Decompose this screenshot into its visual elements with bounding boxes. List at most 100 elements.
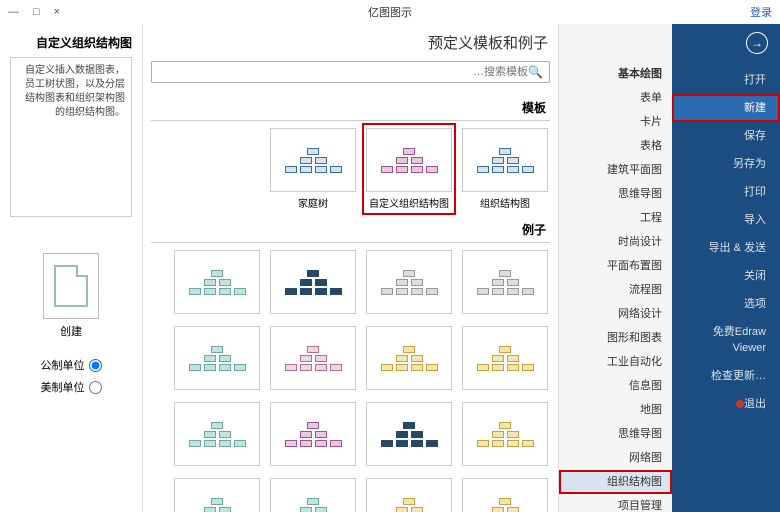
category-item[interactable]: 组织结构图 [559, 470, 672, 494]
file-menu-item[interactable]: 选项 [672, 290, 780, 318]
category-item[interactable]: 建筑平面图 [559, 158, 672, 182]
template-thumb[interactable] [460, 399, 550, 469]
document-icon [54, 265, 88, 307]
thumb-caption: 组织结构图 [480, 195, 530, 210]
gallery-scroll[interactable]: 模板家庭树自定义组织结构图组织结构图例子 [143, 87, 558, 512]
thumb-preview [270, 326, 356, 390]
category-item[interactable]: 地图 [559, 398, 672, 422]
unit-radio-group: 公制单位美制单位 [41, 357, 102, 395]
template-thumb[interactable] [364, 247, 454, 317]
thumb-preview [270, 402, 356, 466]
template-thumb[interactable]: 组织结构图 [460, 125, 550, 213]
category-item[interactable]: 图形和图表 [559, 326, 672, 350]
app-title: 亿图图示 [368, 4, 412, 20]
template-thumb[interactable]: 自定义组织结构图 [364, 125, 454, 213]
thumb-row: 家庭树 自定义组织结构图 组织结构图 [151, 125, 550, 213]
category-item[interactable]: 网络设计 [559, 302, 672, 326]
file-menu-item[interactable]: 打开 [672, 66, 780, 94]
template-thumb[interactable] [172, 323, 262, 393]
category-item[interactable]: 表格 [559, 134, 672, 158]
file-menu-item[interactable]: 另存为 [672, 150, 780, 178]
template-thumb[interactable] [364, 323, 454, 393]
category-item[interactable]: 卡片 [559, 110, 672, 134]
template-thumb[interactable] [172, 475, 262, 512]
template-thumb[interactable] [172, 247, 262, 317]
maximize-button[interactable]: □ [33, 6, 40, 18]
category-list: 基本绘图表单卡片表格建筑平面图思维导图工程时尚设计平面布置图流程图网络设计图形和… [558, 24, 672, 512]
category-item[interactable]: 网络图 [559, 446, 672, 470]
template-gallery: 预定义模板和例子 🔍 模板家庭树自定义组织结构图组织结构图例子 [142, 24, 558, 512]
thumb-preview [270, 128, 356, 192]
search-bar: 🔍 [151, 61, 550, 83]
unit-radio-input[interactable] [89, 359, 102, 372]
login-link[interactable]: 登录 [750, 4, 772, 20]
file-menu-sidebar: → 打开新建保存另存为打印导入导出 & 发送关闭选项免费Edraw Viewer… [672, 24, 780, 512]
template-thumb[interactable] [460, 475, 550, 512]
window-controls: — □ × [8, 6, 60, 18]
template-thumb[interactable] [268, 323, 358, 393]
thumb-preview [174, 478, 260, 512]
file-menu-item[interactable]: 导入 [672, 206, 780, 234]
category-item[interactable]: 时尚设计 [559, 230, 672, 254]
create-button[interactable] [43, 253, 99, 319]
title-bar: — □ × 亿图图示 登录 [0, 0, 780, 24]
file-menu-item[interactable]: 保存 [672, 122, 780, 150]
create-label: 创建 [60, 323, 82, 339]
category-item[interactable]: 工业自动化 [559, 350, 672, 374]
thumb-preview [366, 250, 452, 314]
thumb-preview [366, 478, 452, 512]
unit-radio-label: 公制单位 [41, 357, 85, 373]
template-thumb[interactable] [268, 475, 358, 512]
search-icon: 🔍 [528, 65, 543, 79]
template-thumb[interactable] [268, 247, 358, 317]
category-item[interactable]: 思维导图 [559, 182, 672, 206]
template-thumb[interactable] [460, 323, 550, 393]
thumb-preview [174, 250, 260, 314]
category-item[interactable]: 表单 [559, 86, 672, 110]
back-button[interactable]: → [746, 32, 768, 54]
template-thumb[interactable] [460, 247, 550, 317]
exit-dot-icon [736, 400, 744, 408]
create-block: 创建 [43, 253, 99, 339]
file-menu-item[interactable]: 免费Edraw Viewer [672, 318, 780, 362]
category-item[interactable]: 平面布置图 [559, 254, 672, 278]
thumb-caption: 家庭树 [298, 195, 328, 210]
preview-description: 自定义插入数据图表，员工树状图，以及分层结构图表和组织架构图的组织结构图。 [10, 57, 132, 217]
unit-radio-input[interactable] [89, 381, 102, 394]
preview-panel: 自定义组织结构图 自定义插入数据图表，员工树状图，以及分层结构图表和组织架构图的… [0, 24, 142, 512]
thumb-preview [366, 128, 452, 192]
thumb-preview [462, 478, 548, 512]
category-item[interactable]: 基本绘图 [559, 62, 672, 86]
file-menu-item[interactable]: 导出 & 发送 [672, 234, 780, 262]
thumb-preview [462, 250, 548, 314]
unit-radio[interactable]: 美制单位 [41, 379, 102, 395]
unit-radio[interactable]: 公制单位 [41, 357, 102, 373]
template-thumb[interactable] [268, 399, 358, 469]
file-menu-item[interactable]: 检查更新… [672, 362, 780, 390]
file-menu: 打开新建保存另存为打印导入导出 & 发送关闭选项免费Edraw Viewer检查… [672, 66, 780, 418]
category-item[interactable]: 工程 [559, 206, 672, 230]
category-item[interactable]: 信息图 [559, 374, 672, 398]
thumb-caption: 自定义组织结构图 [369, 195, 449, 210]
thumb-preview [366, 402, 452, 466]
category-item[interactable]: 思维导图 [559, 422, 672, 446]
template-thumb[interactable] [364, 399, 454, 469]
close-button[interactable]: × [54, 6, 60, 18]
thumb-preview [462, 402, 548, 466]
section-title: 例子 [151, 217, 550, 243]
template-thumb[interactable] [364, 475, 454, 512]
minimize-button[interactable]: — [8, 6, 19, 18]
template-thumb[interactable]: 家庭树 [268, 125, 358, 213]
category-item[interactable]: 流程图 [559, 278, 672, 302]
gallery-heading: 预定义模板和例子 [143, 24, 558, 57]
template-thumb[interactable] [172, 399, 262, 469]
file-menu-item[interactable]: 关闭 [672, 262, 780, 290]
search-input[interactable] [158, 66, 528, 78]
file-menu-item[interactable]: 新建 [672, 94, 780, 122]
category-item[interactable]: 项目管理 [559, 494, 672, 512]
preview-title: 自定义组织结构图 [10, 34, 132, 51]
file-menu-item[interactable]: 打印 [672, 178, 780, 206]
thumb-preview [270, 478, 356, 512]
thumb-preview [366, 326, 452, 390]
file-menu-item[interactable]: 退出 [672, 390, 780, 418]
